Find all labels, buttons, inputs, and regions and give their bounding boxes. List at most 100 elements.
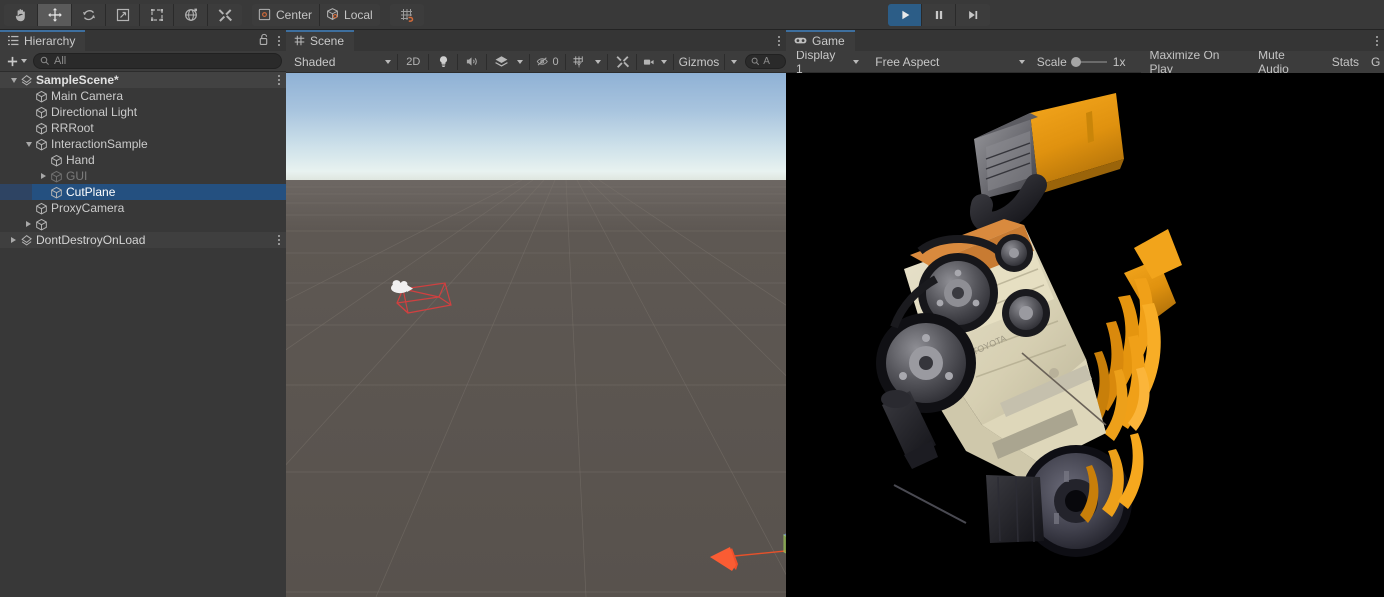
rect-tool-button[interactable] bbox=[140, 3, 174, 26]
scene-search-input[interactable]: A bbox=[745, 54, 787, 69]
hierarchy-icon bbox=[8, 35, 19, 46]
hierarchy-item-gui[interactable]: GUI bbox=[0, 168, 286, 184]
pivot-tools-group: Center Local bbox=[252, 3, 380, 26]
hierarchy-item-unnamed[interactable] bbox=[0, 216, 286, 232]
hierarchy-item-directional-light[interactable]: Directional Light bbox=[0, 104, 286, 120]
scene-visibility-button[interactable]: 0 bbox=[531, 52, 563, 71]
hierarchy-item-label: RRRoot bbox=[51, 121, 94, 135]
tab-hierarchy-label: Hierarchy bbox=[24, 33, 76, 48]
scene-search-placeholder: A bbox=[763, 56, 770, 67]
hierarchy-item-label: ProxyCamera bbox=[51, 201, 125, 215]
hierarchy-item-hand[interactable]: Hand bbox=[0, 152, 286, 168]
scene-row-menu-icon[interactable] bbox=[278, 235, 280, 245]
hierarchy-toolbar: All bbox=[0, 51, 286, 72]
hierarchy-search-placeholder: All bbox=[54, 55, 67, 67]
transform-tool-button[interactable] bbox=[174, 3, 208, 26]
scene-audio-button[interactable] bbox=[460, 52, 485, 71]
scene-grid-dropdown[interactable] bbox=[591, 52, 606, 71]
pivot-mode-button[interactable]: Center bbox=[252, 3, 321, 26]
triangle-glyph bbox=[41, 173, 46, 179]
move-gizmo[interactable] bbox=[698, 465, 786, 597]
lock-open-icon[interactable] bbox=[259, 33, 270, 49]
draw-mode-label: Shaded bbox=[294, 54, 336, 69]
hierarchy-item-label: DontDestroyOnLoad bbox=[36, 233, 146, 247]
hierarchy-item-dontdestroyonload[interactable]: DontDestroyOnLoad bbox=[0, 232, 286, 248]
unity-editor-window: Center Local Hierarchy All SampleScene* … bbox=[0, 0, 1384, 597]
play-button[interactable] bbox=[888, 4, 922, 26]
effects-icon bbox=[494, 56, 508, 67]
pivot-rotation-button[interactable]: Local bbox=[320, 3, 380, 26]
hierarchy-item-cutplane[interactable]: CutPlane bbox=[0, 184, 286, 200]
tab-scene[interactable]: Scene bbox=[286, 30, 355, 51]
hierarchy-item-label: SampleScene* bbox=[36, 73, 119, 87]
hierarchy-search-input[interactable]: All bbox=[33, 53, 282, 69]
toolbar-separator bbox=[564, 53, 566, 70]
game-menu-icon[interactable] bbox=[1376, 35, 1378, 46]
hierarchy-item-label: Directional Light bbox=[51, 105, 138, 119]
step-button[interactable] bbox=[956, 4, 990, 26]
toggle-2d-button[interactable]: 2D bbox=[400, 52, 427, 71]
eye-off-icon bbox=[536, 57, 548, 66]
draw-mode-dropdown[interactable]: Shaded bbox=[288, 52, 396, 71]
hierarchy-item-interactionsample[interactable]: InteractionSample bbox=[0, 136, 286, 152]
gizmos-button[interactable]: Gizmos bbox=[675, 52, 723, 71]
hidden-objects-count: 0 bbox=[552, 55, 559, 68]
expand-triangle-icon[interactable] bbox=[8, 237, 19, 243]
tab-game[interactable]: Game bbox=[786, 30, 855, 51]
aspect-label: Free Aspect bbox=[875, 54, 940, 69]
gizmos-dropdown[interactable] bbox=[727, 52, 742, 71]
maximize-on-play-button[interactable]: Maximize On Play bbox=[1141, 48, 1251, 76]
scale-tool-button[interactable] bbox=[106, 3, 140, 26]
svg-text:Y: Y bbox=[578, 63, 582, 68]
scene-fx-dropdown[interactable] bbox=[513, 52, 527, 71]
search-icon bbox=[40, 56, 49, 65]
scene-viewport[interactable]: y x z ◄ Persp bbox=[286, 73, 786, 597]
scene-sky bbox=[286, 73, 786, 180]
chevron-down-icon bbox=[595, 59, 602, 64]
scene-camera-button[interactable] bbox=[639, 52, 671, 71]
hierarchy-item-samplescene[interactable]: SampleScene* bbox=[0, 72, 286, 88]
scene-row-menu-icon[interactable] bbox=[278, 75, 280, 85]
hierarchy-item-rrroot[interactable]: RRRoot bbox=[0, 120, 286, 136]
scene-grid-visibility-button[interactable]: Y bbox=[567, 52, 592, 71]
custom-editor-tool-button[interactable] bbox=[208, 3, 242, 26]
add-gameobject-button[interactable] bbox=[4, 55, 29, 68]
hierarchy-item-proxycamera[interactable]: ProxyCamera bbox=[0, 200, 286, 216]
hierarchy-panel: Hierarchy All SampleScene* Main Camera Dir… bbox=[0, 30, 286, 597]
expand-triangle-icon[interactable] bbox=[23, 221, 34, 227]
hand-tool-button[interactable] bbox=[4, 3, 38, 26]
game-viewport[interactable]: TOYOTA bbox=[786, 73, 1384, 597]
pause-button[interactable] bbox=[922, 4, 956, 26]
triangle-glyph bbox=[25, 141, 32, 147]
camera-gizmo[interactable] bbox=[391, 255, 463, 319]
display-dropdown[interactable]: Display 1 bbox=[790, 48, 864, 76]
scene-view-panel: Scene Shaded 2D 0 Y Gizmos A bbox=[286, 30, 787, 597]
hierarchy-tab-actions bbox=[259, 30, 286, 51]
move-tool-button[interactable] bbox=[38, 3, 72, 26]
collapse-triangle-icon[interactable] bbox=[8, 77, 19, 83]
scene-tools-button[interactable] bbox=[610, 52, 635, 71]
grid-snapping-button[interactable] bbox=[389, 3, 424, 26]
collapse-triangle-icon[interactable] bbox=[23, 141, 34, 147]
hierarchy-tabbar: Hierarchy bbox=[0, 30, 286, 51]
chevron-down-icon bbox=[1018, 59, 1025, 64]
chevron-down-icon bbox=[853, 59, 860, 64]
hierarchy-item-main-camera[interactable]: Main Camera bbox=[0, 88, 286, 104]
scale-slider[interactable]: Scale 1x bbox=[1029, 55, 1134, 69]
scale-slider-knob[interactable] bbox=[1070, 56, 1081, 67]
scene-camera-icon bbox=[644, 59, 654, 65]
mute-audio-button[interactable]: Mute Audio bbox=[1250, 48, 1324, 76]
aspect-ratio-dropdown[interactable]: Free Aspect bbox=[869, 52, 1029, 71]
expand-triangle-icon[interactable] bbox=[38, 173, 49, 179]
scene-lighting-button[interactable] bbox=[431, 52, 456, 71]
scene-fx-button[interactable] bbox=[489, 52, 513, 71]
hierarchy-menu-icon[interactable] bbox=[278, 35, 280, 46]
scene-menu-icon[interactable] bbox=[778, 35, 780, 46]
hierarchy-tree[interactable]: SampleScene* Main Camera Directional Light… bbox=[0, 72, 286, 596]
game-gizmos-button[interactable]: G bbox=[1367, 50, 1384, 73]
game-view-panel: Game Display 1 Free Aspect Scale 1x Maxi… bbox=[786, 30, 1384, 597]
scale-slider-track[interactable] bbox=[1070, 56, 1107, 67]
tab-hierarchy[interactable]: Hierarchy bbox=[0, 30, 86, 51]
rotate-tool-button[interactable] bbox=[72, 3, 106, 26]
stats-button[interactable]: Stats bbox=[1323, 50, 1368, 73]
